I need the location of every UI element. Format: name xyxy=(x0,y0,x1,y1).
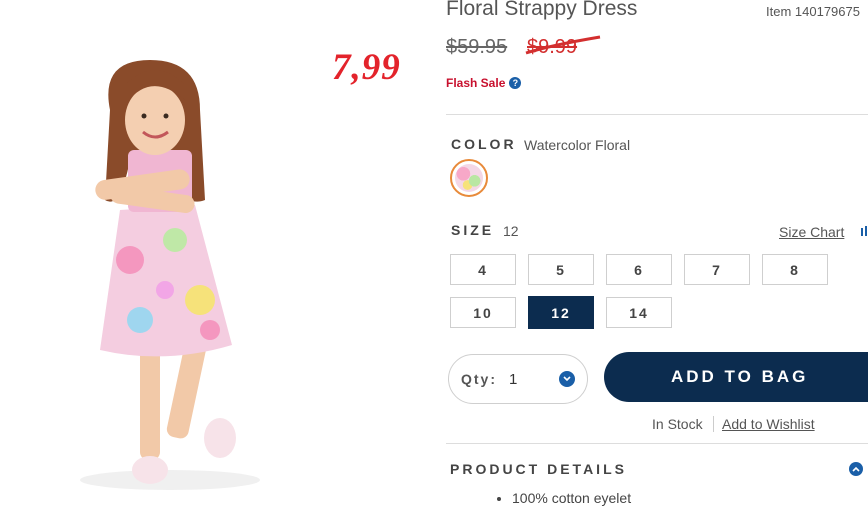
size-option-14[interactable]: 14 xyxy=(606,297,672,328)
qty-label: Qty: xyxy=(461,371,497,387)
size-option-4[interactable]: 4 xyxy=(450,254,516,285)
size-label: SIZE xyxy=(451,222,495,238)
handwritten-price-annotation: 7,99 xyxy=(332,47,401,88)
swatch-pattern xyxy=(455,164,483,192)
price-strike-mark xyxy=(525,35,601,55)
color-label: COLOR xyxy=(451,136,517,152)
stock-status: In Stock xyxy=(652,416,703,432)
divider xyxy=(446,114,868,115)
add-to-bag-button[interactable]: ADD TO BAG xyxy=(604,352,868,402)
size-option-10[interactable]: 10 xyxy=(450,297,516,328)
separator xyxy=(713,416,714,432)
color-value: Watercolor Floral xyxy=(524,137,631,153)
chevron-down-icon[interactable] xyxy=(559,371,575,387)
size-option-6[interactable]: 6 xyxy=(606,254,672,285)
size-chart-link[interactable]: Size Chart xyxy=(779,224,844,240)
size-value: 12 xyxy=(503,223,519,239)
color-swatch-watercolor-floral[interactable] xyxy=(450,159,488,197)
list-item: 100% cotton eyelet xyxy=(512,490,631,506)
size-option-12-selected[interactable]: 12 xyxy=(528,296,594,329)
product-title: Floral Strappy Dress xyxy=(446,0,638,20)
original-price: $59.95 xyxy=(446,36,508,58)
item-number: Item 140179675 xyxy=(766,4,860,19)
flash-sale-label: Flash Sale ? xyxy=(446,76,522,90)
size-option-5[interactable]: 5 xyxy=(528,254,594,285)
size-option-7[interactable]: 7 xyxy=(684,254,750,285)
help-icon[interactable]: ? xyxy=(509,77,522,89)
add-to-wishlist-link[interactable]: Add to Wishlist xyxy=(722,416,815,432)
product-details-list: 100% cotton eyelet xyxy=(496,490,631,512)
ruler-icon[interactable] xyxy=(860,226,868,236)
quantity-selector[interactable]: Qty: 1 xyxy=(448,354,588,404)
chevron-up-icon[interactable] xyxy=(849,462,863,476)
size-option-8[interactable]: 8 xyxy=(762,254,828,285)
qty-value: 1 xyxy=(509,370,518,388)
product-details-label[interactable]: PRODUCT DETAILS xyxy=(450,461,627,477)
divider xyxy=(446,443,868,444)
flash-sale-text: Flash Sale xyxy=(446,76,506,90)
